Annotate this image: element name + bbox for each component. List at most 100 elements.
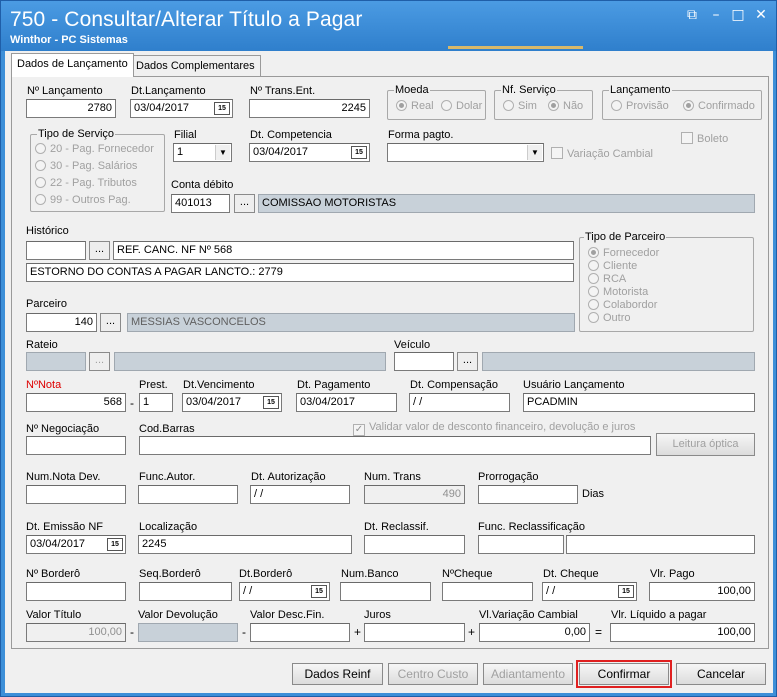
- func-autor-field[interactable]: [138, 485, 238, 504]
- cancelar-button[interactable]: Cancelar: [676, 663, 766, 685]
- liquido-field[interactable]: 100,00: [610, 623, 755, 642]
- historico-line2-field[interactable]: ESTORNO DO CONTAS A PAGAR LANCTO.: 2779: [26, 263, 574, 282]
- outro-radio[interactable]: Outro: [588, 312, 631, 324]
- cliente-radio[interactable]: Cliente: [588, 260, 637, 272]
- historico-lookup-button[interactable]: ...: [89, 241, 110, 260]
- tipo-servico-20-radio[interactable]: 20 - Pag. Fornecedor: [35, 143, 154, 155]
- usuario-lancamento-field[interactable]: PCADMIN: [523, 393, 755, 412]
- calendar-icon[interactable]: 15: [311, 585, 327, 598]
- dt-compensacao-field[interactable]: / /: [409, 393, 510, 412]
- forma-pagto-select[interactable]: ▼: [387, 143, 544, 162]
- localizacao-field[interactable]: 2245: [138, 535, 352, 554]
- calendar-icon[interactable]: 15: [263, 396, 279, 409]
- minimize-icon[interactable]: –: [708, 7, 724, 23]
- close-icon[interactable]: ✕: [753, 7, 769, 23]
- fornecedor-radio[interactable]: Fornecedor: [588, 247, 659, 259]
- competencia-field[interactable]: 03/04/2017 15: [249, 143, 370, 162]
- dt-reclassif-field[interactable]: [364, 535, 465, 554]
- dt-autorizacao-field[interactable]: / /: [250, 485, 350, 504]
- confirmado-radio[interactable]: Confirmado: [683, 100, 755, 112]
- num-nota-dev-field[interactable]: [26, 485, 126, 504]
- tipo-servico-30-radio[interactable]: 30 - Pag. Salários: [35, 160, 137, 172]
- dt-lancamento-value: 03/04/2017: [134, 102, 190, 114]
- tab-dados-lancamento[interactable]: Dados de Lançamento: [11, 53, 134, 77]
- conta-debito-name-field: COMISSAO MOTORISTAS: [258, 194, 755, 213]
- negociacao-field[interactable]: [26, 436, 126, 455]
- cliente-label: Cliente: [603, 260, 638, 272]
- dt-emissao-field[interactable]: 03/04/2017 15: [26, 535, 126, 554]
- num-bordero-field[interactable]: [26, 582, 126, 601]
- centro-custo-button[interactable]: Centro Custo: [388, 663, 478, 685]
- radio-icon: [35, 194, 46, 205]
- tab-dados-complementares[interactable]: Dados Complementares: [130, 55, 261, 77]
- tipo-servico-22-radio[interactable]: 22 - Pag. Tributos: [35, 177, 137, 189]
- veiculo-code-field[interactable]: [394, 352, 454, 371]
- dt-pagamento-field[interactable]: 03/04/2017: [296, 393, 397, 412]
- nf-servico-nao-radio[interactable]: Não: [548, 100, 583, 112]
- parceiro-code-field[interactable]: 140: [26, 313, 97, 332]
- moeda-real-radio[interactable]: Real: [396, 100, 434, 112]
- motorista-radio[interactable]: Motorista: [588, 286, 648, 298]
- provisao-radio[interactable]: Provisão: [611, 100, 669, 112]
- tipo-servico-99-radio[interactable]: 99 - Outros Pag.: [35, 194, 131, 206]
- calendar-icon[interactable]: 15: [107, 538, 123, 551]
- dt-compensacao-label: Dt. Compensação: [410, 379, 499, 391]
- dt-bordero-field[interactable]: / / 15: [239, 582, 330, 601]
- cod-barras-field[interactable]: [139, 436, 651, 455]
- nf-servico-group: Nf. Serviço Sim Não: [494, 84, 593, 120]
- num-trans-field[interactable]: 2245: [249, 99, 370, 118]
- conta-debito-code-field[interactable]: 401013: [171, 194, 230, 213]
- colabordor-label: Colabordor: [603, 299, 658, 311]
- chevron-down-icon[interactable]: ▼: [215, 145, 230, 160]
- tipo-servico-20-label: 20 - Pag. Fornecedor: [50, 143, 154, 155]
- seq-bordero-field[interactable]: [139, 582, 232, 601]
- dt-vencimento-field[interactable]: 03/04/2017 15: [182, 393, 282, 412]
- func-reclass-name-field[interactable]: [566, 535, 755, 554]
- valor-desc-field[interactable]: [250, 623, 350, 642]
- filial-select[interactable]: 1 ▼: [173, 143, 232, 162]
- boleto-checkbox[interactable]: Boleto: [681, 132, 728, 145]
- colabordor-radio[interactable]: Colabordor: [588, 299, 657, 311]
- veiculo-lookup-button[interactable]: ...: [457, 352, 478, 371]
- leitura-optica-button[interactable]: Leitura óptica: [656, 433, 755, 456]
- maximize-icon[interactable]: □: [730, 7, 746, 23]
- moeda-dolar-radio[interactable]: Dolar: [441, 100, 482, 112]
- prest-field[interactable]: 1: [139, 393, 173, 412]
- conta-debito-lookup-button[interactable]: ...: [234, 194, 255, 213]
- vlr-pago-field[interactable]: 100,00: [649, 582, 755, 601]
- variacao-cambial-checkbox[interactable]: Variação Cambial: [551, 147, 653, 160]
- juros-field[interactable]: [364, 623, 465, 642]
- historico-line1-field[interactable]: REF. CANC. NF Nº 568: [113, 241, 574, 260]
- nf-servico-sim-radio[interactable]: Sim: [503, 100, 537, 112]
- variacao-cambial-field[interactable]: 0,00: [479, 623, 590, 642]
- dados-reinf-button[interactable]: Dados Reinf: [292, 663, 383, 685]
- func-autor-label: Func.Autor.: [139, 471, 196, 483]
- rca-radio[interactable]: RCA: [588, 273, 626, 285]
- parceiro-lookup-button[interactable]: ...: [100, 313, 121, 332]
- dt-lancamento-field[interactable]: 03/04/2017 15: [130, 99, 233, 118]
- prorrogacao-field[interactable]: [478, 485, 578, 504]
- rateio-lookup-button[interactable]: ...: [89, 352, 110, 371]
- calendar-icon[interactable]: 15: [214, 102, 230, 115]
- radio-icon: [35, 143, 46, 154]
- tipo-parceiro-group: Tipo de Parceiro Fornecedor Cliente RCA …: [579, 231, 754, 332]
- func-reclass-code-field[interactable]: [478, 535, 564, 554]
- vlr-pago-label: Vlr. Pago: [650, 568, 695, 580]
- adiantamento-button[interactable]: Adiantamento: [483, 663, 573, 685]
- num-lancamento-field[interactable]: 2780: [26, 99, 116, 118]
- calendar-icon[interactable]: 15: [351, 146, 367, 159]
- prorrogacao-label: Prorrogação: [478, 471, 539, 483]
- validar-desconto-checkbox[interactable]: ✓ Validar valor de desconto financeiro, d…: [353, 421, 635, 436]
- num-nota-field[interactable]: 568: [26, 393, 126, 412]
- chevron-down-icon[interactable]: ▼: [527, 145, 542, 160]
- variacao-cambial-label: Variação Cambial: [567, 148, 654, 160]
- historico-code-field[interactable]: [26, 241, 86, 260]
- restore-icon[interactable]: ⧉: [684, 7, 700, 23]
- calendar-icon[interactable]: 15: [618, 585, 634, 598]
- client-area: Dados de Lançamento Dados Complementares…: [5, 51, 773, 693]
- num-cheque-field[interactable]: [442, 582, 533, 601]
- dt-cheque-field[interactable]: / / 15: [542, 582, 637, 601]
- historico-label: Histórico: [26, 225, 69, 237]
- dt-pagamento-label: Dt. Pagamento: [297, 379, 371, 391]
- num-banco-field[interactable]: [340, 582, 431, 601]
